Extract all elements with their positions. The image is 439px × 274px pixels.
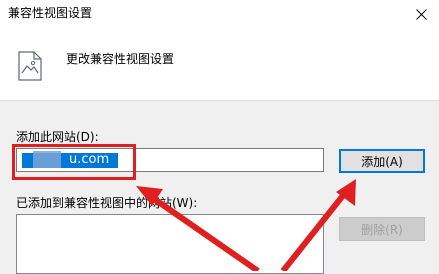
added-sites-label: 已添加到兼容性视图中的网站(W): (16, 196, 198, 210)
title-bar: 兼容性视图设置 (0, 0, 439, 29)
dialog-header: 更改兼容性视图设置 (0, 29, 439, 101)
close-button[interactable] (405, 0, 439, 29)
header-title: 更改兼容性视图设置 (66, 52, 175, 66)
remove-button[interactable]: 删除(R) (339, 217, 425, 241)
add-site-input[interactable]: u.com (16, 148, 324, 172)
document-picture-icon (18, 51, 42, 81)
redacted-text (33, 151, 61, 168)
add-site-value: u.com (69, 152, 110, 167)
add-button[interactable]: 添加(A) (339, 149, 425, 173)
window-title: 兼容性视图设置 (8, 6, 93, 20)
add-site-label: 添加此网站(D): (16, 130, 99, 144)
close-icon (416, 9, 427, 20)
added-sites-list[interactable] (16, 214, 324, 274)
